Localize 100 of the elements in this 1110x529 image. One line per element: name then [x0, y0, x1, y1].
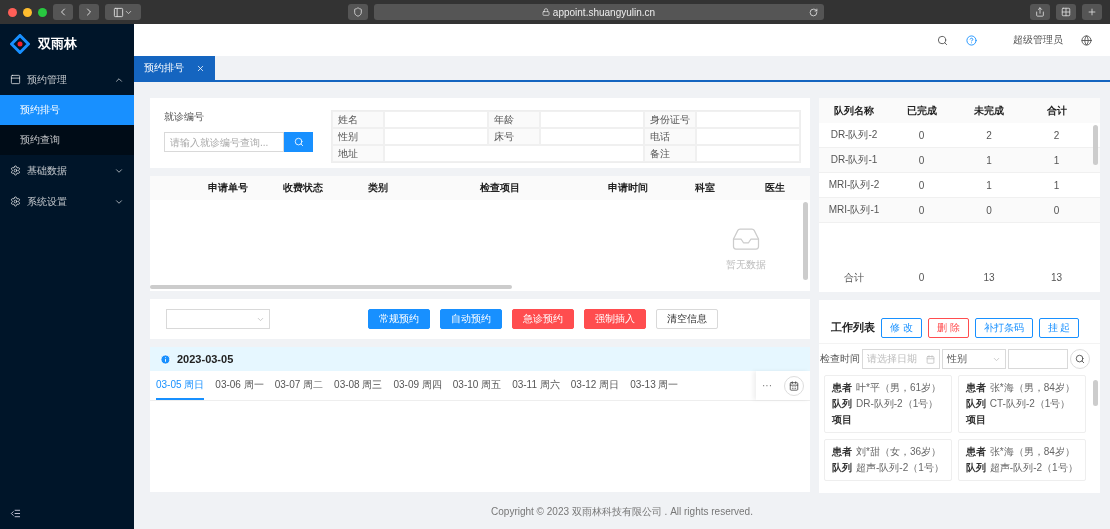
lock-icon [541, 8, 550, 16]
panel-icon [10, 74, 21, 85]
forward-button[interactable] [79, 4, 99, 20]
brand-name: 双雨林 [38, 35, 77, 53]
table-cell-text: 1 [985, 154, 993, 166]
menu-item[interactable]: 基础数据 [0, 155, 134, 186]
more-tabs[interactable]: ··· [762, 380, 772, 391]
minimize-window-dot[interactable] [23, 7, 32, 17]
info-label: 性别 [332, 128, 384, 145]
share-icon [1035, 7, 1045, 17]
date-tab[interactable]: 03-08 周三 [334, 371, 383, 400]
total-cell-text: 合计 [843, 270, 865, 285]
patient-id-input[interactable]: 请输入就诊编号查询... [164, 132, 284, 152]
diamond-logo-icon [10, 34, 30, 54]
grid-icon [1061, 7, 1071, 17]
gear-icon [10, 196, 21, 207]
info-label: 床号 [488, 128, 540, 145]
search-icon [1075, 354, 1085, 364]
date-text: 2023-03-05 [177, 353, 234, 365]
info-label: 电话 [644, 128, 696, 145]
scrollbar[interactable] [803, 202, 808, 280]
reload-icon[interactable] [808, 7, 818, 17]
total-cell-text: 13 [1049, 272, 1064, 283]
new-tab-button[interactable] [1082, 4, 1102, 20]
table-cell-text: 2 [1052, 129, 1061, 141]
date-tab[interactable]: 03-07 周二 [274, 371, 324, 400]
queue-line: 队列 DR-队列-2（1号） [832, 398, 940, 410]
column-header: 收费状态 [281, 181, 324, 195]
help-icon[interactable] [966, 34, 977, 46]
info-label: 身份证号 [644, 111, 696, 128]
info-icon [160, 353, 171, 365]
info-label: 年龄 [488, 111, 540, 128]
scrollbar[interactable] [150, 285, 512, 289]
total-cell-text: 13 [982, 272, 996, 283]
field-label: 检查时间 [820, 352, 860, 366]
calendar-icon [926, 354, 935, 364]
column-header: 类别 [366, 181, 389, 195]
action-button[interactable]: 清空信息 [656, 309, 718, 329]
calendar-icon [789, 380, 799, 391]
table-cell-text: 0 [917, 204, 926, 216]
queue-line: 队列 CT-队列-2（1号） [965, 398, 1072, 410]
patient-line: 患者 叶*平（男，61岁） [832, 382, 942, 394]
search-icon[interactable] [937, 34, 948, 46]
column-header: 合计 [1045, 103, 1068, 118]
column-header: 检查项目 [479, 181, 521, 195]
tab-overview-button[interactable] [1056, 4, 1076, 20]
address-bar[interactable]: appoint.shuangyulin.cn [373, 4, 824, 20]
column-header: 未完成 [973, 103, 1005, 118]
page-tab[interactable]: 预约排号 [134, 56, 215, 80]
total-cell-text: 0 [917, 272, 926, 283]
column-header: 申请时间 [606, 181, 649, 195]
table-cell-text: DR-队列-1 [829, 153, 879, 167]
table-cell-text: 2 [985, 129, 993, 141]
date-tab[interactable]: 03-09 周四 [393, 371, 442, 400]
search-button[interactable] [284, 132, 313, 152]
back-button[interactable] [53, 4, 73, 20]
plus-icon [1087, 7, 1097, 17]
sidebar-toggle-button[interactable] [105, 4, 141, 20]
table-cell-text: MRI-队列-1 [827, 203, 881, 217]
date-tab[interactable]: 03-12 周日 [570, 371, 620, 400]
date-tab[interactable]: 03-06 周一 [215, 371, 264, 400]
sidebar-icon [113, 6, 124, 18]
date-tab[interactable]: 03-13 周一 [630, 371, 679, 400]
shield-icon [352, 7, 363, 17]
close-window-dot[interactable] [8, 7, 17, 17]
date-tab[interactable]: 03-11 周六 [512, 371, 560, 400]
info-label: 备注 [644, 145, 696, 162]
table-cell-text: MRI-队列-2 [827, 178, 881, 192]
info-label: 地址 [332, 145, 384, 162]
column-header: 医生 [764, 181, 786, 195]
column-header: 已完成 [905, 103, 938, 118]
table-cell-text: 0 [1052, 204, 1061, 216]
share-button[interactable] [1030, 4, 1050, 20]
column-header: 申请单号 [206, 181, 249, 195]
queue-line: 队列 超声-队列-2（1号） [965, 462, 1078, 474]
search-icon [293, 137, 304, 147]
search-button[interactable] [1070, 349, 1090, 369]
item-label: 项目 [965, 414, 987, 426]
date-tab[interactable]: 03-10 周五 [452, 371, 502, 400]
patient-line: 患者 张*海（男，84岁） [965, 446, 1076, 458]
scrollbar[interactable] [1093, 380, 1098, 406]
queue-line: 队列 超声-队列-2（1号） [832, 462, 944, 474]
collapse-menu-icon[interactable] [10, 508, 21, 519]
user-name[interactable]: 超级管理员 [1013, 33, 1063, 47]
shield-button[interactable] [347, 4, 368, 20]
close-icon[interactable] [196, 63, 205, 73]
submenu-item[interactable]: 预约查询 [0, 125, 134, 155]
panel-title: 工作列表 [831, 320, 875, 335]
copyright-text: Copyright © 2023 双雨林科技有限公司 . All rights reserved. [491, 505, 753, 519]
keyword-input[interactable] [1008, 349, 1068, 369]
language-icon[interactable] [1081, 34, 1092, 46]
table-cell-text: 0 [917, 154, 926, 166]
menu-item[interactable]: 系统设置 [0, 186, 134, 217]
gender-select[interactable]: 性别 [942, 349, 1006, 369]
field-label: 就诊编号 [164, 110, 205, 124]
menu-item[interactable]: 预约管理 [0, 64, 134, 95]
scrollbar[interactable] [1093, 125, 1098, 165]
column-header: 科室 [694, 181, 716, 195]
info-label: 姓名 [332, 111, 384, 128]
zoom-window-dot[interactable] [38, 7, 47, 17]
